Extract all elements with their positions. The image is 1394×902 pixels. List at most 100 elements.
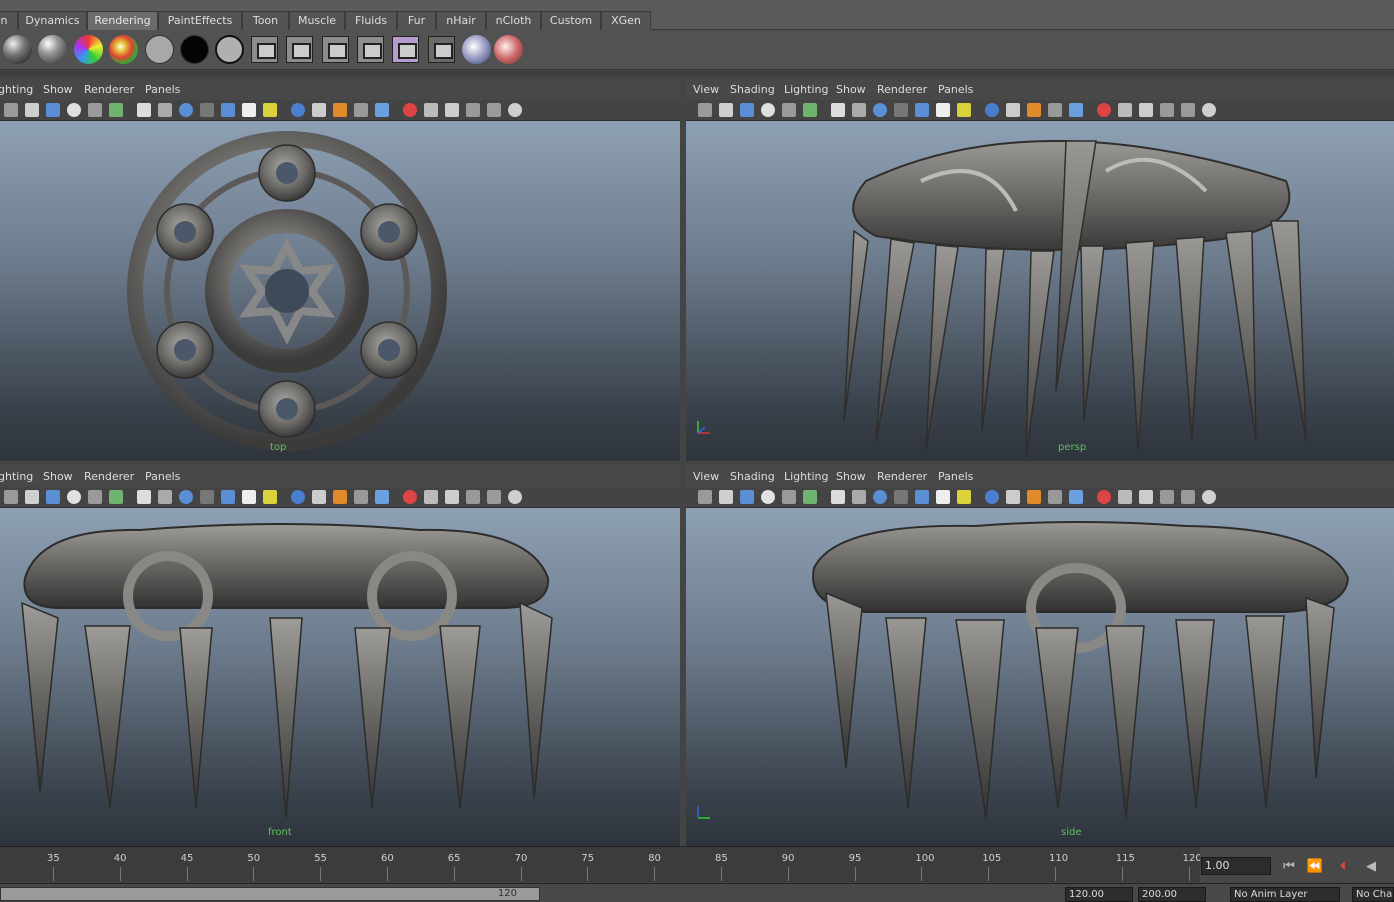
end-time-field[interactable]: 120.00 [1065, 887, 1133, 902]
time-slider[interactable]: 35 40 45 50 55 60 65 70 75 80 85 90 95 100 105 110 115 12… [0, 846, 1202, 882]
panel-tool-icon[interactable] [375, 490, 389, 504]
panel-tool-icon[interactable] [312, 490, 326, 504]
menu-renderer[interactable]: Renderer [84, 83, 134, 96]
menu-panels[interactable]: Panels [938, 470, 973, 483]
render-settings-icon[interactable] [322, 36, 349, 63]
menu-show[interactable]: Show [43, 470, 73, 483]
panel-tool-icon[interactable] [1181, 490, 1195, 504]
panel-tool-icon[interactable] [936, 490, 950, 504]
render-view-icon[interactable] [392, 36, 419, 63]
hypershade-icon[interactable] [357, 36, 384, 63]
panel-tool-icon[interactable] [915, 490, 929, 504]
anisotropic-material-icon[interactable] [74, 35, 103, 64]
panel-tool-icon[interactable] [158, 490, 172, 504]
panel-tool-icon[interactable] [88, 103, 102, 117]
tab-painteffects[interactable]: PaintEffects [158, 11, 242, 30]
panel-tool-icon[interactable] [761, 103, 775, 117]
panel-tool-icon[interactable] [67, 103, 81, 117]
viewport-top[interactable]: top [0, 121, 680, 461]
panel-tool-icon[interactable] [740, 103, 754, 117]
panel-tool-icon[interactable] [312, 103, 326, 117]
panel-tool-icon[interactable] [242, 103, 256, 117]
panel-tool-icon[interactable] [263, 490, 277, 504]
menu-renderer[interactable]: Renderer [877, 83, 927, 96]
panel-tool-icon[interactable] [424, 490, 438, 504]
panel-tool-icon[interactable] [221, 103, 235, 117]
panel-tool-icon[interactable] [466, 103, 480, 117]
panel-tool-icon[interactable] [137, 103, 151, 117]
panel-tool-icon[interactable] [424, 103, 438, 117]
panel-tool-icon[interactable] [985, 490, 999, 504]
panel-tool-icon[interactable] [200, 490, 214, 504]
panel-tool-icon[interactable] [1181, 103, 1195, 117]
menu-show[interactable]: Show [836, 470, 866, 483]
menu-lighting[interactable]: ghting [0, 83, 33, 96]
panel-tool-icon[interactable] [487, 490, 501, 504]
menu-show[interactable]: Show [836, 83, 866, 96]
panel-tool-icon[interactable] [88, 490, 102, 504]
panel-tool-icon[interactable] [698, 490, 712, 504]
panel-tool-icon[interactable] [263, 103, 277, 117]
blinn-material-icon[interactable] [38, 35, 67, 64]
panel-tool-icon[interactable] [333, 490, 347, 504]
panel-tool-icon[interactable] [782, 490, 796, 504]
menu-lighting[interactable]: Lighting [784, 470, 828, 483]
tab-animation[interactable]: n [0, 11, 18, 30]
menu-panels[interactable]: Panels [145, 83, 180, 96]
viewport-side[interactable]: side [686, 508, 1394, 846]
tab-fur[interactable]: Fur [397, 11, 436, 30]
brush-icon[interactable] [494, 35, 523, 64]
tab-muscle[interactable]: Muscle [289, 11, 345, 30]
panel-tool-icon[interactable] [46, 103, 60, 117]
panel-tool-icon[interactable] [1048, 103, 1062, 117]
panel-tool-icon[interactable] [445, 490, 459, 504]
panel-tool-icon[interactable] [445, 103, 459, 117]
panel-tool-icon[interactable] [1027, 103, 1041, 117]
panel-tool-icon[interactable] [873, 103, 887, 117]
menu-lighting[interactable]: Lighting [784, 83, 828, 96]
panel-tool-icon[interactable] [200, 103, 214, 117]
panel-tool-icon[interactable] [67, 490, 81, 504]
panel-tool-icon[interactable] [831, 490, 845, 504]
render-current-frame-icon[interactable] [251, 36, 278, 63]
panel-tool-icon[interactable] [1202, 490, 1216, 504]
panel-tool-icon[interactable] [1118, 490, 1132, 504]
panel-tool-icon[interactable] [1202, 103, 1216, 117]
menu-renderer[interactable]: Renderer [84, 470, 134, 483]
panel-tool-icon[interactable] [894, 490, 908, 504]
panel-tool-icon[interactable] [158, 103, 172, 117]
current-frame-field[interactable]: 1.00 [1201, 857, 1271, 875]
tab-nhair[interactable]: nHair [436, 11, 486, 30]
viewport-persp[interactable]: persp [686, 121, 1394, 461]
panel-tool-icon[interactable] [719, 490, 733, 504]
panel-tool-icon[interactable] [354, 490, 368, 504]
panel-tool-icon[interactable] [25, 103, 39, 117]
panel-tool-icon[interactable] [109, 103, 123, 117]
panel-tool-icon[interactable] [179, 103, 193, 117]
range-bar[interactable]: 120 [0, 887, 540, 901]
step-back-key-button[interactable]: ⏴ [1332, 858, 1354, 876]
panel-tool-icon[interactable] [1006, 490, 1020, 504]
layered-shader-icon[interactable] [215, 35, 244, 64]
panel-tool-icon[interactable] [1027, 490, 1041, 504]
panel-tool-icon[interactable] [873, 490, 887, 504]
panel-tool-icon[interactable] [719, 103, 733, 117]
panel-tool-icon[interactable] [803, 490, 817, 504]
panel-tool-icon[interactable] [915, 103, 929, 117]
panel-tool-icon[interactable] [487, 103, 501, 117]
panel-tool-icon[interactable] [508, 490, 522, 504]
max-time-field[interactable]: 200.00 [1138, 887, 1206, 902]
menu-view[interactable]: View [693, 83, 719, 96]
ipr-render-icon[interactable] [286, 36, 313, 63]
panel-tool-icon[interactable] [137, 490, 151, 504]
panel-tool-icon[interactable] [852, 103, 866, 117]
panel-tool-icon[interactable] [894, 103, 908, 117]
panel-tool-icon[interactable] [852, 490, 866, 504]
panel-tool-icon[interactable] [1069, 103, 1083, 117]
menu-show[interactable]: Show [43, 83, 73, 96]
panel-tool-icon[interactable] [1097, 490, 1111, 504]
panel-tool-icon[interactable] [221, 490, 235, 504]
panel-tool-icon[interactable] [179, 490, 193, 504]
step-back-button[interactable]: ⏪ [1304, 858, 1326, 876]
menu-panels[interactable]: Panels [145, 470, 180, 483]
